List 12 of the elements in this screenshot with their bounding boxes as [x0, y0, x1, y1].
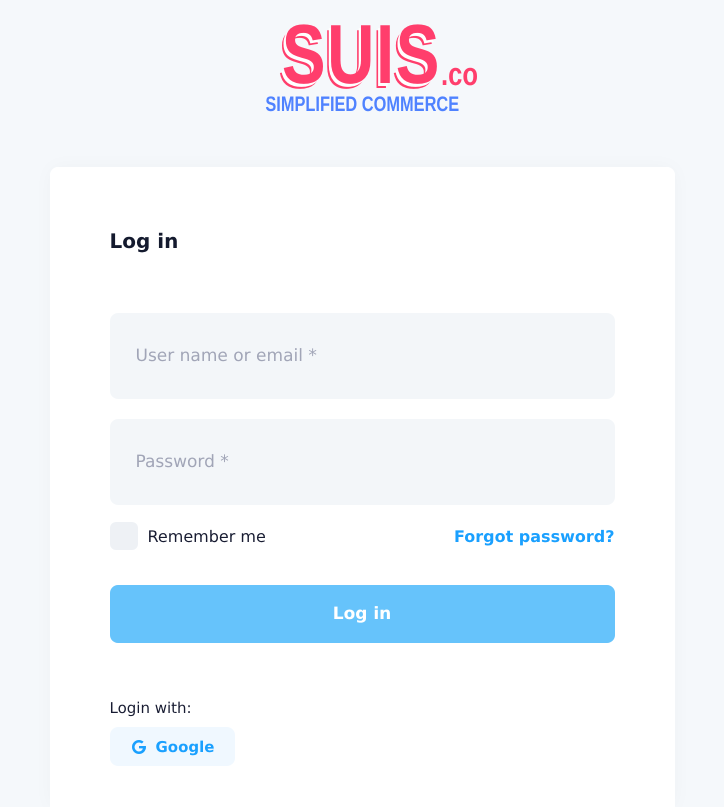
login-button[interactable]: Log in: [110, 585, 614, 643]
logo-suffix: .co: [440, 58, 478, 90]
remember-label: Remember me: [148, 526, 266, 546]
logo-tagline: SIMPLIFIED COMMERCE: [265, 94, 459, 116]
google-icon: [130, 738, 146, 754]
input-field[interactable]: User name or email *: [110, 313, 614, 399]
logo-name: SUIS: [282, 14, 441, 94]
social-label: Login with:: [110, 699, 193, 717]
forgot-password-link[interactable]: Forgot password?: [454, 526, 614, 546]
form-title: Log in: [110, 228, 180, 255]
input-field[interactable]: Password *: [110, 419, 614, 505]
google-button[interactable]: Google: [110, 727, 236, 766]
